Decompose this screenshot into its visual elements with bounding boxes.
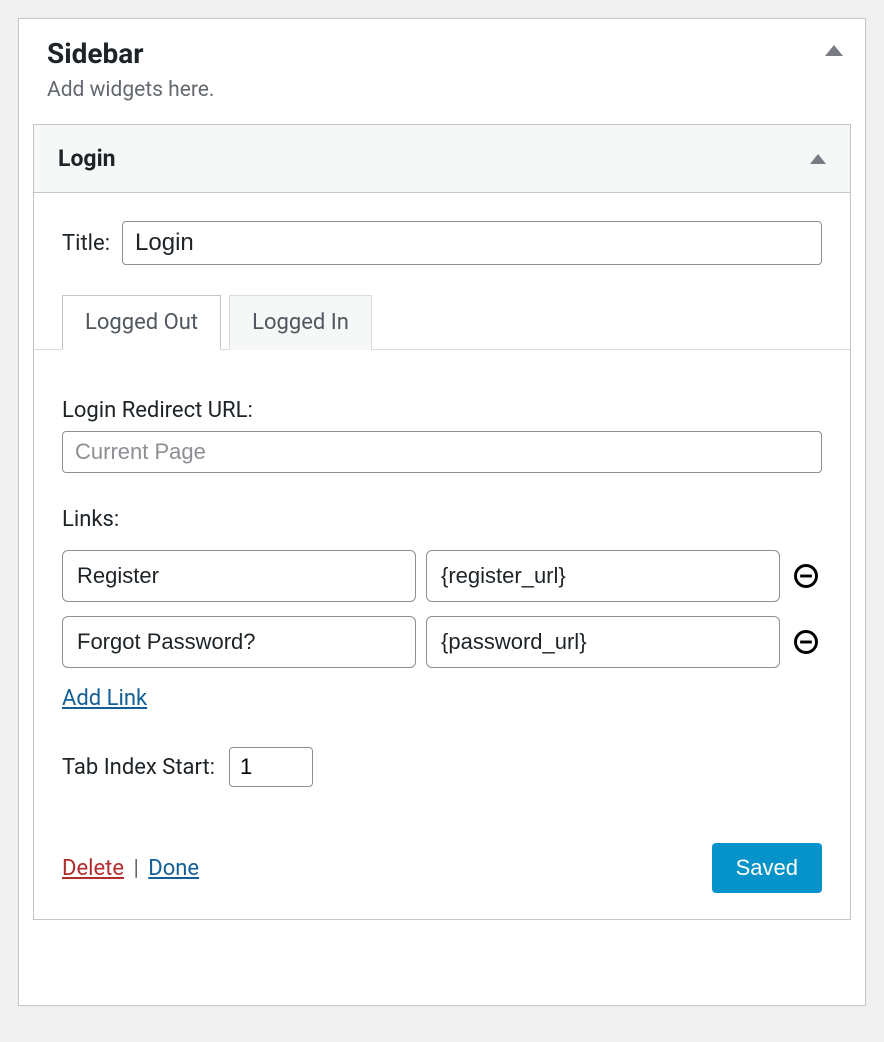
tabindex-row: Tab Index Start: [62, 747, 822, 787]
widget-title: Login [58, 145, 116, 172]
link-row [62, 616, 822, 668]
widget-login: Login Title: Logged Out Logged In Login … [33, 124, 851, 920]
widget-footer: Delete | Done Saved [62, 843, 822, 893]
title-input[interactable] [122, 221, 822, 265]
link-url-input[interactable] [426, 550, 780, 602]
links-label: Links: [62, 507, 822, 532]
redirect-input[interactable] [62, 431, 822, 473]
done-link[interactable]: Done [148, 856, 199, 881]
links-section: Links: [62, 507, 822, 711]
separator: | [133, 856, 138, 881]
saved-button[interactable]: Saved [712, 843, 822, 893]
tabindex-input[interactable] [229, 747, 313, 787]
collapse-up-icon [810, 154, 826, 164]
tab-logged-out[interactable]: Logged Out [62, 295, 221, 350]
sidebar-description: Add widgets here. [47, 78, 837, 102]
title-row: Title: [62, 221, 822, 265]
widget-body: Title: Logged Out Logged In Login Redire… [34, 193, 850, 919]
link-label-input[interactable] [62, 550, 416, 602]
sidebar-title: Sidebar [47, 37, 837, 70]
redirect-label: Login Redirect URL: [62, 398, 822, 423]
add-link-button[interactable]: Add Link [62, 686, 147, 711]
tabindex-label: Tab Index Start: [62, 755, 215, 780]
remove-circle-icon [792, 562, 820, 590]
tabs: Logged Out Logged In [34, 295, 850, 350]
footer-links: Delete | Done [62, 856, 199, 881]
tab-logged-in[interactable]: Logged In [229, 295, 372, 350]
title-label: Title: [62, 231, 110, 256]
link-row [62, 550, 822, 602]
sidebar-header: Sidebar Add widgets here. [19, 19, 865, 124]
collapse-up-icon[interactable] [825, 45, 843, 56]
remove-link-button[interactable] [790, 560, 822, 592]
sidebar-panel: Sidebar Add widgets here. Login Title: L… [18, 18, 866, 1006]
remove-circle-icon [792, 628, 820, 656]
redirect-section: Login Redirect URL: [62, 398, 822, 473]
remove-link-button[interactable] [790, 626, 822, 658]
link-url-input[interactable] [426, 616, 780, 668]
widget-header[interactable]: Login [34, 125, 850, 193]
delete-link[interactable]: Delete [62, 856, 124, 881]
link-label-input[interactable] [62, 616, 416, 668]
